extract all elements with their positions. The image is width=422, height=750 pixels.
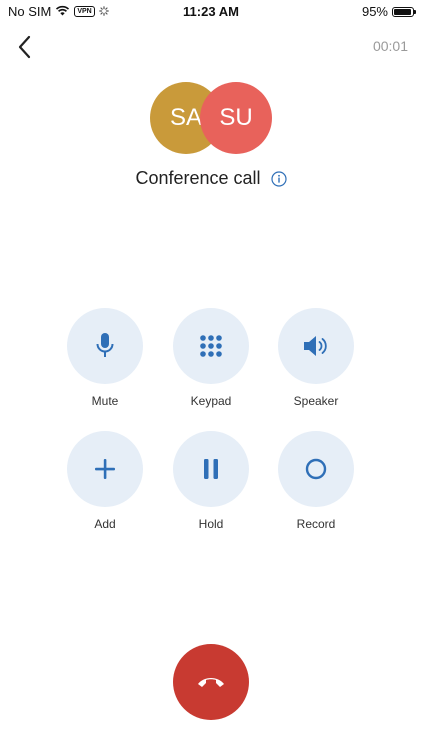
speaker-label: Speaker <box>293 394 339 408</box>
status-time: 11:23 AM <box>183 4 239 19</box>
info-icon[interactable] <box>270 170 287 187</box>
conference-title: Conference call <box>135 168 261 188</box>
record-icon <box>305 458 327 480</box>
mute-label: Mute <box>91 394 119 408</box>
mute-action: Mute <box>55 308 155 408</box>
microphone-icon <box>96 333 114 357</box>
record-button[interactable] <box>278 431 354 507</box>
keypad-action: Keypad <box>161 308 261 408</box>
speaker-action: Speaker <box>266 308 366 408</box>
record-label: Record <box>296 517 336 531</box>
pause-icon <box>204 459 218 479</box>
status-bar: No SIM VPN 11:23 AM 95% <box>0 0 422 24</box>
call-timer: 00:01 <box>372 38 408 54</box>
add-button[interactable] <box>67 431 143 507</box>
keypad-icon <box>200 335 222 357</box>
avatar-su: SU <box>200 82 272 154</box>
battery-fill <box>394 8 412 15</box>
avatar-initials: SU <box>219 104 253 131</box>
keypad-label: Keypad <box>190 394 232 408</box>
chevron-left-icon <box>18 35 31 59</box>
add-action: Add <box>55 431 155 531</box>
avatar-initials: SA <box>169 104 202 131</box>
battery-percent: 95% <box>361 4 388 19</box>
status-right: 95% <box>361 4 416 19</box>
hold-button[interactable] <box>173 431 249 507</box>
hold-label: Hold <box>198 517 224 531</box>
speaker-icon <box>304 336 327 356</box>
battery-icon <box>392 6 416 17</box>
end-call-button[interactable] <box>173 644 249 720</box>
hang-up-icon <box>198 678 224 687</box>
add-label: Add <box>94 517 116 531</box>
hold-action: Hold <box>161 431 261 531</box>
back-button[interactable] <box>12 32 36 62</box>
record-action: Record <box>266 431 366 531</box>
conference-title-row: Conference call <box>0 168 422 189</box>
plus-icon <box>95 459 115 479</box>
speaker-button[interactable] <box>278 308 354 384</box>
mute-button[interactable] <box>67 308 143 384</box>
keypad-button[interactable] <box>173 308 249 384</box>
